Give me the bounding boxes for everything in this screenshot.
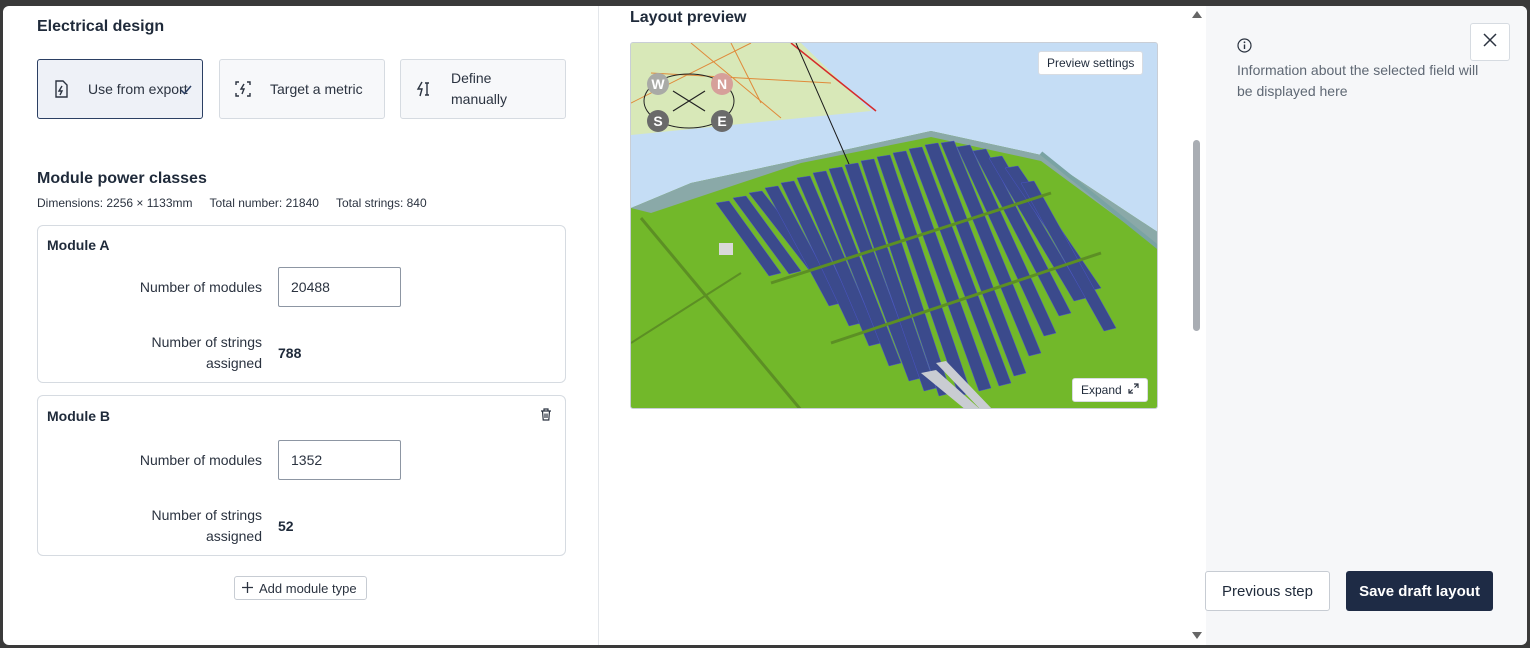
compass-west-marker: W: [647, 73, 669, 95]
expand-button[interactable]: Expand: [1072, 378, 1148, 402]
add-module-type-button[interactable]: Add module type: [234, 576, 367, 600]
dimensions-text: Dimensions: 2256 × 1133mm: [37, 196, 193, 210]
number-of-modules-input[interactable]: 20488: [278, 267, 401, 307]
electrical-design-column: Electrical design Use from export Target…: [3, 6, 599, 645]
expand-label: Expand: [1081, 383, 1122, 397]
module-card-a: Module A Number of modules 20488 Number …: [37, 225, 566, 383]
target-bolt-icon: [234, 80, 252, 98]
trash-icon[interactable]: [540, 408, 552, 426]
previous-step-button[interactable]: Previous step: [1205, 571, 1330, 611]
compass-south-marker: S: [647, 110, 669, 132]
close-icon: [1483, 32, 1497, 52]
compass-north-marker: N: [711, 73, 733, 95]
scrollbar-thumb[interactable]: [1193, 140, 1200, 331]
field-info-text: Information about the selected field wil…: [1237, 62, 1479, 99]
module-name: Module B: [47, 408, 110, 424]
layout-modal: Electrical design Use from export Target…: [3, 6, 1527, 645]
compass-east-marker: E: [711, 110, 733, 132]
strings-assigned-value: 52: [278, 518, 294, 534]
number-of-modules-label: Number of modules: [139, 279, 262, 295]
option-define-manually[interactable]: Define manually: [400, 59, 566, 119]
module-power-classes-title: Module power classes: [37, 170, 207, 187]
document-bolt-icon: [52, 80, 70, 98]
option-target-metric[interactable]: Target a metric: [219, 59, 385, 119]
number-of-modules-input[interactable]: 1352: [278, 440, 401, 480]
plus-icon: [242, 581, 253, 596]
strings-assigned-label: Number of strings assigned: [151, 507, 262, 544]
module-summary: Dimensions: 2256 × 1133mm Total number: …: [37, 196, 427, 210]
scroll-down-arrow-icon[interactable]: [1192, 632, 1202, 639]
module-name: Module A: [47, 237, 110, 253]
checkmark-icon: [180, 82, 192, 100]
save-draft-layout-button[interactable]: Save draft layout: [1346, 571, 1493, 611]
scroll-up-arrow-icon[interactable]: [1192, 11, 1202, 18]
total-number-text: Total number: 21840: [209, 196, 319, 210]
number-of-modules-label: Number of modules: [139, 452, 262, 468]
option-use-from-export[interactable]: Use from export: [37, 59, 203, 119]
preview-settings-button[interactable]: Preview settings: [1038, 51, 1144, 75]
strings-assigned-value: 788: [278, 345, 302, 361]
option-label: Define manually: [451, 70, 508, 107]
bolt-cursor-icon: [415, 80, 433, 98]
option-label: Use from export: [88, 80, 188, 97]
layout-preview-canvas[interactable]: W N S E Preview settings Expand: [630, 42, 1158, 409]
preview-3d-render: [631, 43, 1157, 408]
option-label: Target a metric: [270, 80, 363, 97]
module-card-b: Module B Number of modules 1352 Number o…: [37, 395, 566, 556]
close-button[interactable]: [1470, 23, 1510, 61]
field-info-panel: Information about the selected field wil…: [1206, 6, 1527, 645]
electrical-design-title: Electrical design: [37, 18, 165, 35]
add-module-type-label: Add module type: [259, 580, 357, 596]
layout-preview-title: Layout preview: [630, 9, 747, 26]
expand-icon: [1128, 383, 1139, 397]
info-icon: [1237, 38, 1252, 58]
strings-assigned-label: Number of strings assigned: [151, 334, 262, 371]
total-strings-text: Total strings: 840: [335, 196, 427, 210]
